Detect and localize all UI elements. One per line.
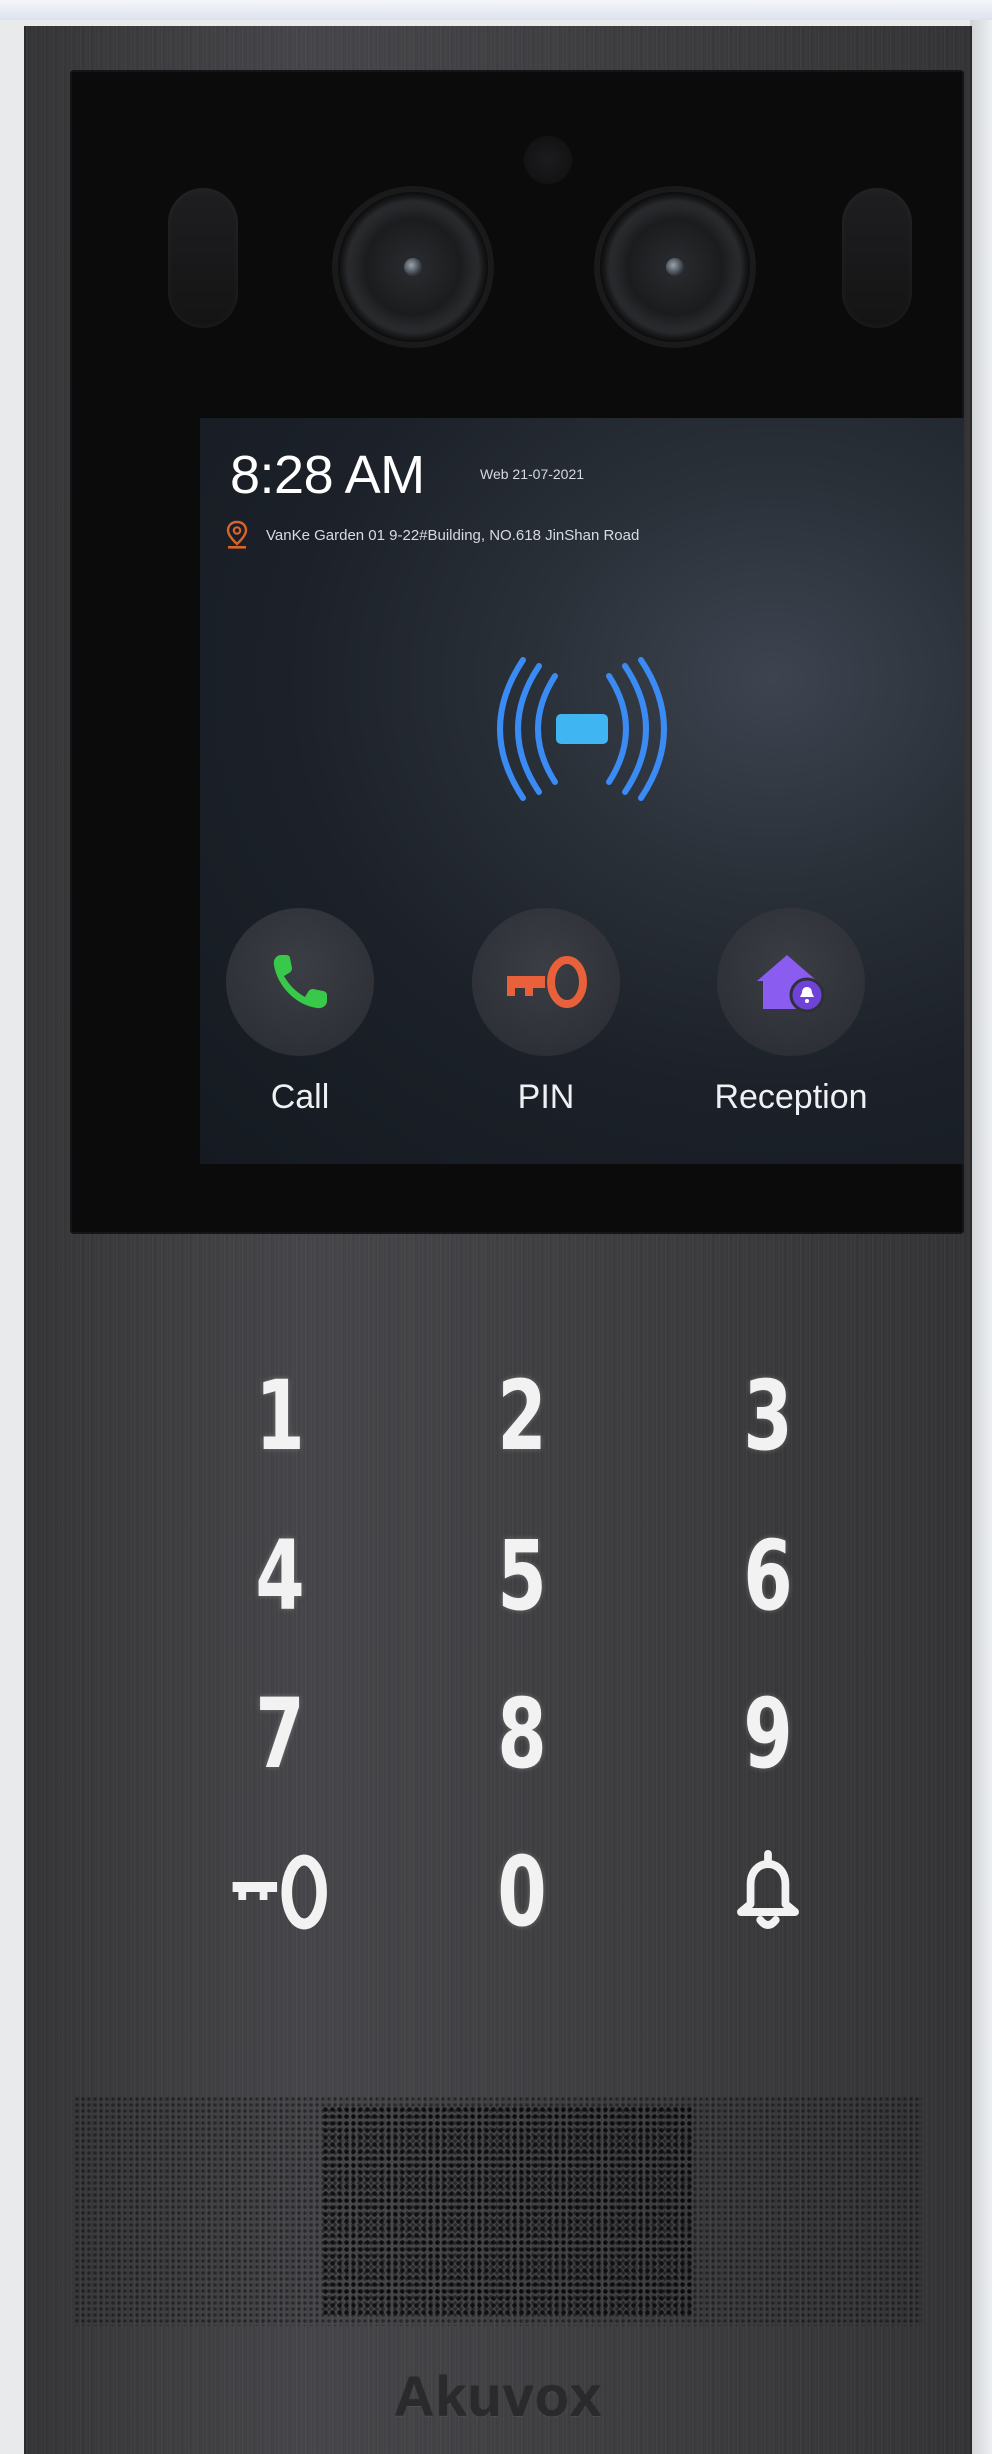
pin-button[interactable]: PIN bbox=[446, 908, 646, 1148]
pin-label: PIN bbox=[517, 1078, 575, 1116]
key-icon bbox=[232, 1854, 327, 1930]
pin-icon-circle[interactable] bbox=[472, 908, 620, 1056]
bell-icon bbox=[737, 1850, 799, 1929]
key-2[interactable]: 2 bbox=[465, 1356, 580, 1476]
speaker-center-grille bbox=[322, 2106, 692, 2316]
door-phone-panel: 8:28 AM Web 21-07-2021 VanKe Garden 01 9… bbox=[24, 26, 972, 2454]
camera-left bbox=[338, 192, 488, 342]
sensor-dot bbox=[524, 136, 572, 184]
clock-date: Web 21-07-2021 bbox=[480, 466, 585, 482]
reception-icon-circle[interactable] bbox=[717, 908, 865, 1056]
clock-time: 8:28 AM bbox=[230, 445, 425, 505]
call-label: Call bbox=[270, 1078, 330, 1116]
key-9[interactable]: 9 bbox=[711, 1674, 826, 1794]
key-5[interactable]: 5 bbox=[465, 1516, 580, 1636]
key-4[interactable]: 4 bbox=[223, 1516, 338, 1636]
reception-button[interactable]: Reception bbox=[691, 908, 891, 1148]
ir-sensor-right bbox=[842, 188, 912, 328]
physical-keypad: 1 2 3 4 5 6 7 8 9 0 bbox=[26, 1356, 970, 2016]
background-edge bbox=[970, 20, 992, 2454]
device-product-page: 8:28 AM Web 21-07-2021 VanKe Garden 01 9… bbox=[0, 0, 992, 2454]
top-border bbox=[0, 0, 992, 20]
key-3[interactable]: 3 bbox=[711, 1356, 826, 1476]
key-0[interactable]: 0 bbox=[465, 1832, 580, 1952]
key-6[interactable]: 6 bbox=[711, 1516, 826, 1636]
address-row: VanKe Garden 01 9-22#Building, NO.618 Ji… bbox=[226, 518, 639, 552]
front-glass-panel: 8:28 AM Web 21-07-2021 VanKe Garden 01 9… bbox=[70, 70, 964, 1234]
key-icon bbox=[507, 956, 587, 1008]
address-text: VanKe Garden 01 9-22#Building, NO.618 Ji… bbox=[266, 526, 640, 544]
phone-icon bbox=[273, 955, 327, 1009]
touch-screen: 8:28 AM Web 21-07-2021 VanKe Garden 01 9… bbox=[200, 418, 964, 1164]
key-1[interactable]: 1 bbox=[223, 1356, 338, 1476]
camera-right bbox=[600, 192, 750, 342]
key-8[interactable]: 8 bbox=[465, 1674, 580, 1794]
brand-logo: Akuvox bbox=[393, 2365, 603, 2428]
key-bell[interactable] bbox=[711, 1832, 826, 1952]
reception-house-icon bbox=[757, 955, 825, 1013]
key-unlock[interactable] bbox=[223, 1832, 338, 1952]
location-pin-icon bbox=[226, 520, 248, 549]
nfc-card-icon[interactable] bbox=[477, 654, 687, 804]
key-7[interactable]: 7 bbox=[223, 1674, 338, 1794]
ir-sensor-left bbox=[168, 188, 238, 328]
call-icon-circle[interactable] bbox=[226, 908, 374, 1056]
call-button[interactable]: Call bbox=[200, 908, 400, 1148]
reception-label: Reception bbox=[714, 1078, 868, 1116]
